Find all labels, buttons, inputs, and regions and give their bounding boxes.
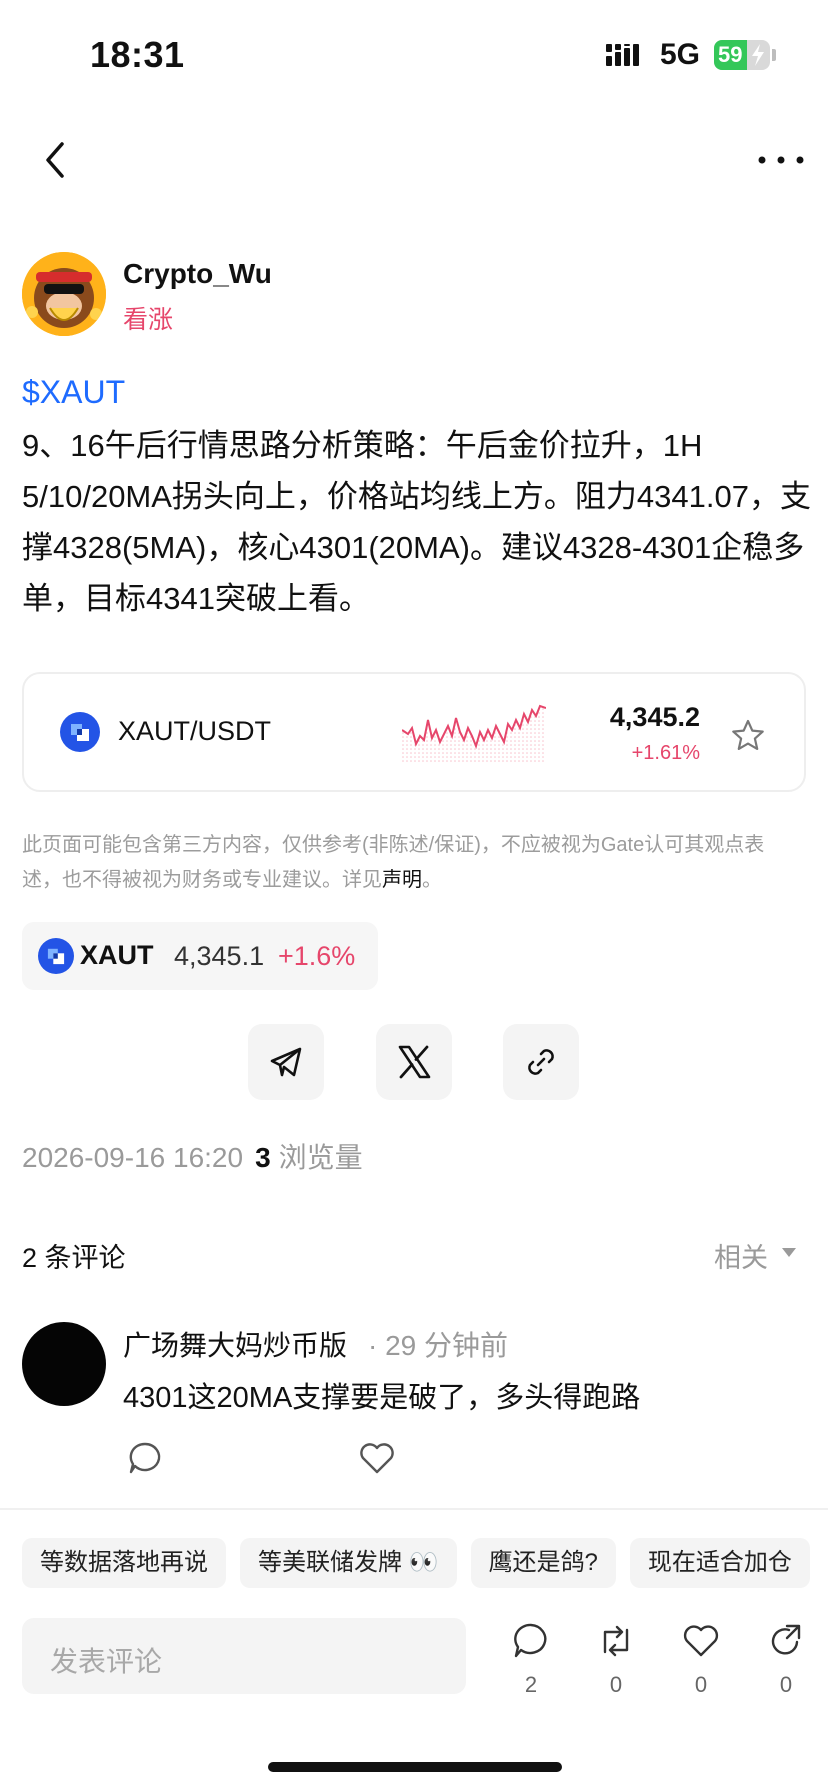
view-label: 浏览量 — [278, 1142, 363, 1173]
quick-reply-chip[interactable]: 等数据落地再说 — [22, 1538, 226, 1588]
xaut-logo-icon — [60, 712, 100, 752]
asset-price: 4,345.1 — [174, 941, 265, 971]
heart-icon — [683, 1625, 719, 1657]
share-icon — [771, 1624, 801, 1655]
commenter-avatar[interactable] — [22, 1322, 106, 1406]
quick-reply-chip[interactable]: 鹰还是鸽? — [470, 1538, 616, 1588]
quick-reply-row: 等数据落地再说 等美联储发牌 👀 鹰还是鸽? 现在适合加仓 — [22, 1538, 828, 1590]
post-datetime: 2026-09-16 16:20 — [22, 1142, 244, 1173]
quick-reply-chip[interactable]: 等美联储发牌 👀 — [240, 1538, 457, 1588]
repost-count: 0 — [609, 1672, 623, 1697]
disclaimer-end: 。 — [422, 869, 442, 891]
battery: 59 — [714, 40, 770, 70]
telegram-icon — [270, 1047, 302, 1077]
star-icon[interactable] — [730, 718, 766, 754]
disclaimer-link[interactable]: 声明 — [382, 869, 422, 891]
pair-name: XAUT/USDT — [118, 716, 272, 746]
comment-input-placeholder: 发表评论 — [50, 1646, 163, 1677]
author-avatar[interactable] — [22, 252, 106, 336]
status-bar: 18:31 5G 59 — [0, 0, 828, 110]
comment-input[interactable]: 发表评论 — [22, 1618, 466, 1694]
comments-header: 2 条评论 — [22, 1243, 126, 1273]
quick-reply-chip[interactable]: 现在适合加仓 — [629, 1538, 810, 1588]
commenter-name[interactable]: 广场舞大妈炒币版 — [123, 1324, 347, 1364]
comment-count: 2 — [524, 1672, 538, 1697]
link-icon — [528, 1049, 554, 1075]
share-count: 0 — [779, 1672, 793, 1697]
xaut-chip-logo-icon — [38, 938, 74, 974]
comment-like-icon[interactable] — [358, 1440, 396, 1476]
comment-time: · 29 分钟前 — [368, 1330, 509, 1361]
post-body: 9、16午后行情思路分析策略：午后金价拉升，1H 5/10/20MA拐头向上，价… — [22, 428, 811, 616]
price-sparkline — [402, 704, 546, 764]
asset-chip[interactable]: XAUT 4,345.1 +1.6% — [22, 922, 378, 990]
repost-action[interactable]: 0 — [591, 1622, 641, 1698]
post-ticker-link[interactable]: $XAUT — [22, 374, 125, 411]
asset-change: +1.6% — [278, 941, 356, 971]
comment-icon — [514, 1623, 547, 1658]
copy-link-button[interactable] — [503, 1024, 579, 1100]
ticker-card[interactable]: XAUT/USDT 4,345.2 +1.61% — [22, 672, 806, 792]
repost-icon — [603, 1625, 629, 1657]
pair-price: 4,345.2 — [609, 702, 700, 732]
battery-cap — [772, 49, 776, 61]
author-name[interactable]: Crypto_Wu — [123, 258, 272, 290]
pair-change: +1.61% — [631, 742, 700, 764]
post-meta: 2026-09-16 16:20 3 浏览量 — [22, 1136, 363, 1176]
bottom-bar: 等数据落地再说 等美联储发牌 👀 鹰还是鸽? 现在适合加仓 发表评论 2 0 0 0 — [0, 1508, 828, 1792]
sort-dropdown[interactable]: 相关 — [714, 1236, 768, 1275]
caret-down-icon[interactable] — [782, 1248, 796, 1257]
comment-reply-icon[interactable] — [127, 1440, 163, 1476]
status-time: 18:31 — [90, 34, 185, 75]
like-action[interactable]: 0 — [676, 1622, 726, 1698]
signal-bars-icon — [606, 44, 639, 66]
share-telegram-button[interactable] — [248, 1024, 324, 1100]
chevron-left-icon[interactable] — [38, 140, 74, 180]
view-count: 3 — [255, 1142, 271, 1173]
comment-text: 4301这20MA支撑要是破了，多头得跑路 — [123, 1382, 641, 1414]
battery-percent: 59 — [718, 42, 743, 67]
share-action[interactable]: 0 — [761, 1622, 811, 1698]
ellipsis-icon[interactable] — [756, 152, 806, 168]
comment-action[interactable]: 2 — [506, 1622, 556, 1698]
asset-symbol: XAUT — [80, 940, 154, 970]
bolt-icon — [752, 44, 764, 66]
disclaimer: 此页面可能包含第三方内容，仅供参考(非陈述/保证)，不应被视为Gate认可其观点… — [22, 828, 802, 898]
home-indicator — [268, 1762, 562, 1772]
x-icon — [398, 1045, 431, 1079]
network-type: 5G — [660, 38, 701, 71]
like-count: 0 — [694, 1672, 708, 1697]
monkey-avatar-icon — [22, 252, 106, 336]
share-x-button[interactable] — [376, 1024, 452, 1100]
sentiment-tag: 看涨 — [123, 306, 174, 334]
